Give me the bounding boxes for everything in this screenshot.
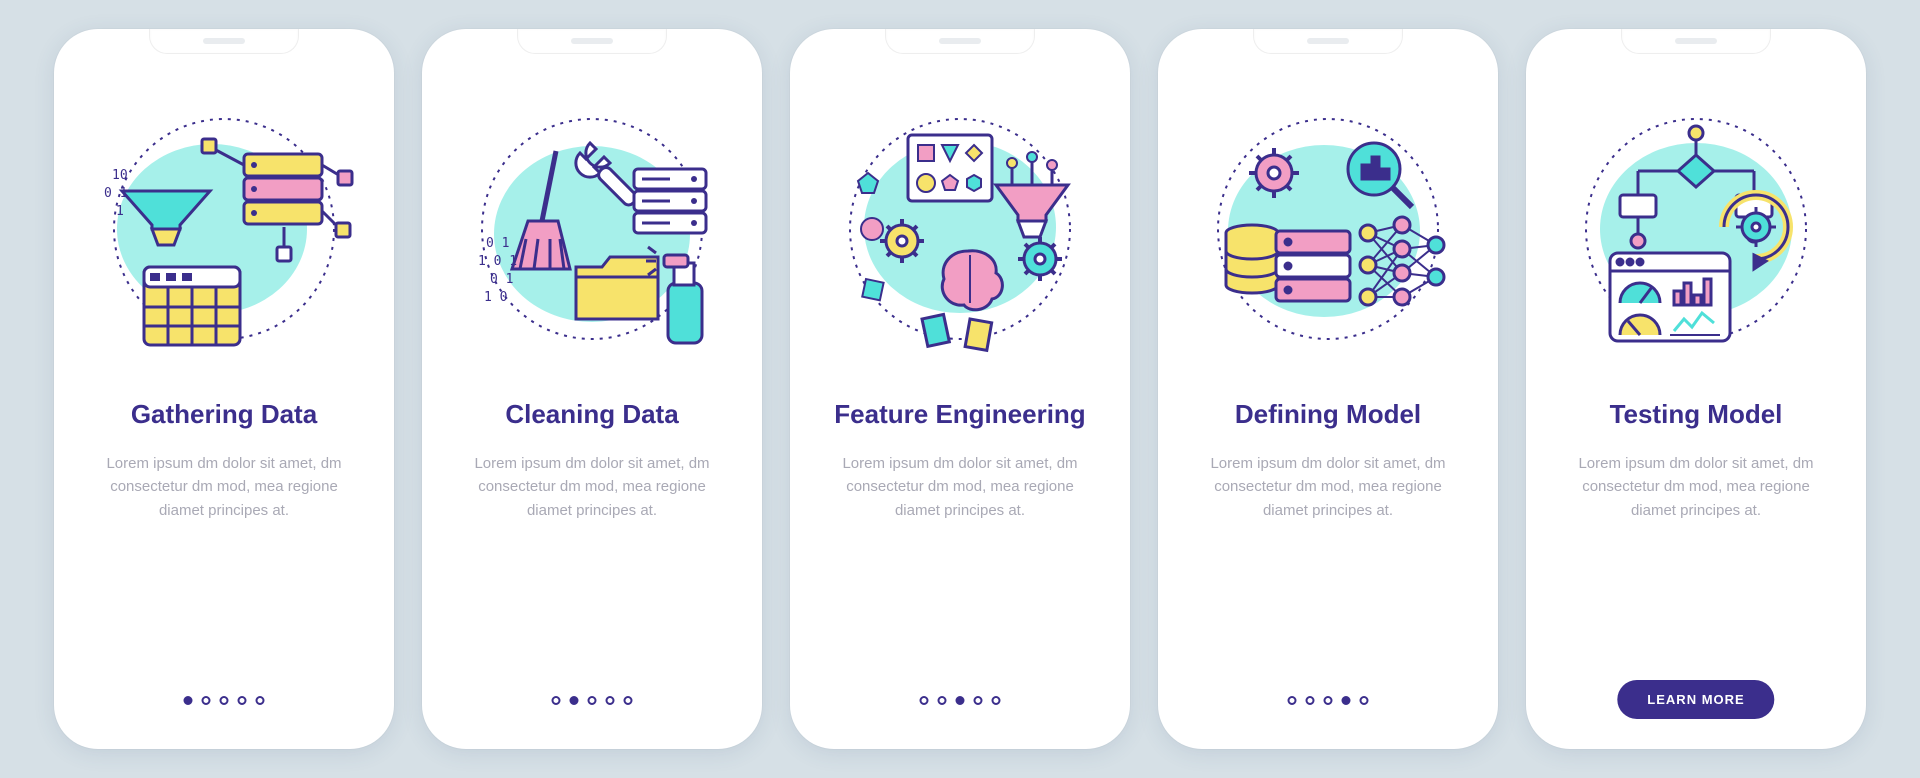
page-dot[interactable] (256, 696, 265, 705)
page-dot[interactable] (1288, 696, 1297, 705)
gathering-data-illustration: 10 0 1 1 (94, 99, 354, 359)
page-dot[interactable] (1324, 696, 1333, 705)
svg-text:1 0 1: 1 0 1 (478, 254, 517, 269)
screen-title: Testing Model (1592, 399, 1801, 430)
page-dot[interactable] (1306, 696, 1315, 705)
screen-title: Gathering Data (113, 399, 335, 430)
learn-more-button[interactable]: LEARN MORE (1617, 680, 1774, 719)
svg-text:0 1: 0 1 (490, 272, 513, 287)
feature-engineering-illustration (830, 99, 1090, 359)
svg-text:0 1: 0 1 (486, 236, 509, 251)
page-dot[interactable] (220, 696, 229, 705)
page-dot[interactable] (606, 696, 615, 705)
phone-notch (149, 29, 299, 54)
onboarding-screen-gathering-data: 10 0 1 1 Gathering Data Lorem ipsum dm d… (54, 29, 394, 749)
screen-title: Feature Engineering (816, 399, 1103, 430)
page-dot[interactable] (624, 696, 633, 705)
onboarding-screen-cleaning-data: 0 1 1 0 1 0 1 1 0 Cleaning Data Lorem ip… (422, 29, 762, 749)
svg-text:10: 10 (112, 168, 128, 183)
screen-description: Lorem ipsum dm dolor sit amet, dm consec… (54, 452, 394, 522)
svg-text:1: 1 (116, 204, 124, 219)
page-dot[interactable] (202, 696, 211, 705)
page-dot[interactable] (1342, 696, 1351, 705)
pagination-dots (920, 696, 1001, 705)
screen-description: Lorem ipsum dm dolor sit amet, dm consec… (1158, 452, 1498, 522)
screen-description: Lorem ipsum dm dolor sit amet, dm consec… (790, 452, 1130, 522)
page-dot[interactable] (1360, 696, 1369, 705)
page-dot[interactable] (974, 696, 983, 705)
page-dot[interactable] (588, 696, 597, 705)
phone-notch (1621, 29, 1771, 54)
cleaning-data-illustration: 0 1 1 0 1 0 1 1 0 (462, 99, 722, 359)
page-dot[interactable] (956, 696, 965, 705)
defining-model-illustration (1198, 99, 1458, 359)
page-dot[interactable] (552, 696, 561, 705)
page-dot[interactable] (238, 696, 247, 705)
page-dot[interactable] (992, 696, 1001, 705)
phone-notch (1253, 29, 1403, 54)
page-dot[interactable] (920, 696, 929, 705)
page-dot[interactable] (938, 696, 947, 705)
pagination-dots (552, 696, 633, 705)
phone-notch (885, 29, 1035, 54)
page-dot[interactable] (184, 696, 193, 705)
onboarding-screen-defining-model: Defining Model Lorem ipsum dm dolor sit … (1158, 29, 1498, 749)
pagination-dots (1288, 696, 1369, 705)
phone-notch (517, 29, 667, 54)
screen-title: Defining Model (1217, 399, 1439, 430)
testing-model-illustration (1566, 99, 1826, 359)
screen-description: Lorem ipsum dm dolor sit amet, dm consec… (1526, 452, 1866, 522)
screen-title: Cleaning Data (487, 399, 696, 430)
pagination-dots (184, 696, 265, 705)
page-dot[interactable] (570, 696, 579, 705)
onboarding-screen-testing-model: Testing Model Lorem ipsum dm dolor sit a… (1526, 29, 1866, 749)
svg-text:1 0: 1 0 (484, 290, 507, 305)
onboarding-screen-feature-engineering: Feature Engineering Lorem ipsum dm dolor… (790, 29, 1130, 749)
screen-description: Lorem ipsum dm dolor sit amet, dm consec… (422, 452, 762, 522)
